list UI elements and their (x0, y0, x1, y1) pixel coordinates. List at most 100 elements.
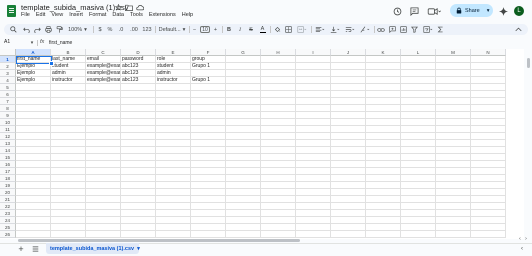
cell-m18[interactable] (436, 175, 471, 182)
row-header[interactable]: 10 (0, 119, 16, 126)
insert-comment-icon[interactable] (388, 24, 397, 35)
cell-b3[interactable]: admin (51, 70, 86, 77)
cell-f9[interactable] (191, 112, 226, 119)
cell-m12[interactable] (436, 133, 471, 140)
cell-f19[interactable] (191, 182, 226, 189)
cell-b11[interactable] (51, 126, 86, 133)
cell-g5[interactable] (226, 84, 261, 91)
cell-i2[interactable] (296, 63, 331, 70)
cell-n24[interactable] (471, 217, 506, 224)
row-header[interactable]: 17 (0, 168, 16, 175)
cell-c26[interactable] (86, 231, 121, 238)
insert-chart-icon[interactable] (399, 24, 408, 35)
cell-j17[interactable] (331, 168, 366, 175)
cell-i14[interactable] (296, 147, 331, 154)
cell-j14[interactable] (331, 147, 366, 154)
column-header-l[interactable]: L (401, 49, 436, 56)
cell-n13[interactable] (471, 140, 506, 147)
cell-h26[interactable] (261, 231, 296, 238)
cell-b14[interactable] (51, 147, 86, 154)
cell-n18[interactable] (471, 175, 506, 182)
cell-k23[interactable] (366, 210, 401, 217)
cell-b23[interactable] (51, 210, 86, 217)
merge-cells-icon[interactable] (295, 24, 309, 35)
cell-f10[interactable] (191, 119, 226, 126)
redo-icon[interactable] (33, 24, 42, 35)
row-header[interactable]: 2 (0, 63, 16, 70)
cell-j22[interactable] (331, 203, 366, 210)
increase-font-size-button[interactable]: + (212, 24, 219, 35)
cell-l13[interactable] (401, 140, 436, 147)
cell-b9[interactable] (51, 112, 86, 119)
cell-b1[interactable]: last_name (51, 56, 86, 63)
add-sheet-icon[interactable]: + (16, 244, 26, 254)
cell-k24[interactable] (366, 217, 401, 224)
cell-m22[interactable] (436, 203, 471, 210)
increase-decimals-button[interactable]: .00 (128, 24, 140, 35)
cell-e16[interactable] (156, 161, 191, 168)
name-box-chevron-icon[interactable]: ▾ (29, 39, 35, 47)
cell-c20[interactable] (86, 189, 121, 196)
cell-g11[interactable] (226, 126, 261, 133)
cell-j12[interactable] (331, 133, 366, 140)
cell-h15[interactable] (261, 154, 296, 161)
column-header-c[interactable]: C (86, 49, 121, 56)
menu-edit[interactable]: Edit (36, 12, 45, 21)
cell-k9[interactable] (366, 112, 401, 119)
vertical-scrollbar[interactable] (525, 55, 531, 239)
cell-f6[interactable] (191, 91, 226, 98)
row-header[interactable]: 8 (0, 105, 16, 112)
cell-g2[interactable] (226, 63, 261, 70)
cell-c2[interactable]: example@exam (86, 63, 121, 70)
column-header-h[interactable]: H (261, 49, 296, 56)
column-header-a[interactable]: A (16, 49, 51, 56)
vertical-scroll-thumb[interactable] (527, 58, 530, 68)
cell-g16[interactable] (226, 161, 261, 168)
cell-b2[interactable]: student (51, 63, 86, 70)
cell-c18[interactable] (86, 175, 121, 182)
cell-k1[interactable] (366, 56, 401, 63)
cell-i16[interactable] (296, 161, 331, 168)
cell-l20[interactable] (401, 189, 436, 196)
undo-icon[interactable] (22, 24, 31, 35)
cell-n23[interactable] (471, 210, 506, 217)
cell-c25[interactable] (86, 224, 121, 231)
cell-l3[interactable] (401, 70, 436, 77)
cell-k16[interactable] (366, 161, 401, 168)
cell-e24[interactable] (156, 217, 191, 224)
cell-k5[interactable] (366, 84, 401, 91)
menu-help[interactable]: Help (182, 12, 193, 21)
cell-e25[interactable] (156, 224, 191, 231)
zoom-select[interactable]: 100% ▾ (66, 24, 89, 35)
column-header-d[interactable]: D (121, 49, 156, 56)
cell-d4[interactable]: abc123 (121, 77, 156, 84)
cell-e22[interactable] (156, 203, 191, 210)
cell-g15[interactable] (226, 154, 261, 161)
cell-d25[interactable] (121, 224, 156, 231)
cell-f8[interactable] (191, 105, 226, 112)
cell-n17[interactable] (471, 168, 506, 175)
sheets-logo-icon[interactable] (7, 5, 16, 17)
cell-l18[interactable] (401, 175, 436, 182)
cell-i4[interactable] (296, 77, 331, 84)
cell-h5[interactable] (261, 84, 296, 91)
cell-g22[interactable] (226, 203, 261, 210)
cell-c8[interactable] (86, 105, 121, 112)
cell-l23[interactable] (401, 210, 436, 217)
cell-e14[interactable] (156, 147, 191, 154)
cell-k12[interactable] (366, 133, 401, 140)
cell-f20[interactable] (191, 189, 226, 196)
cell-m15[interactable] (436, 154, 471, 161)
cell-c24[interactable] (86, 217, 121, 224)
cell-i25[interactable] (296, 224, 331, 231)
sheet-tab-chevron-icon[interactable]: ▾ (137, 246, 140, 252)
cell-a17[interactable] (16, 168, 51, 175)
column-header-g[interactable]: G (226, 49, 261, 56)
cell-f1[interactable]: group (191, 56, 226, 63)
cell-d18[interactable] (121, 175, 156, 182)
cell-k25[interactable] (366, 224, 401, 231)
scroll-right-icon[interactable]: › (523, 236, 529, 242)
cell-i7[interactable] (296, 98, 331, 105)
cell-f26[interactable] (191, 231, 226, 238)
cell-g20[interactable] (226, 189, 261, 196)
